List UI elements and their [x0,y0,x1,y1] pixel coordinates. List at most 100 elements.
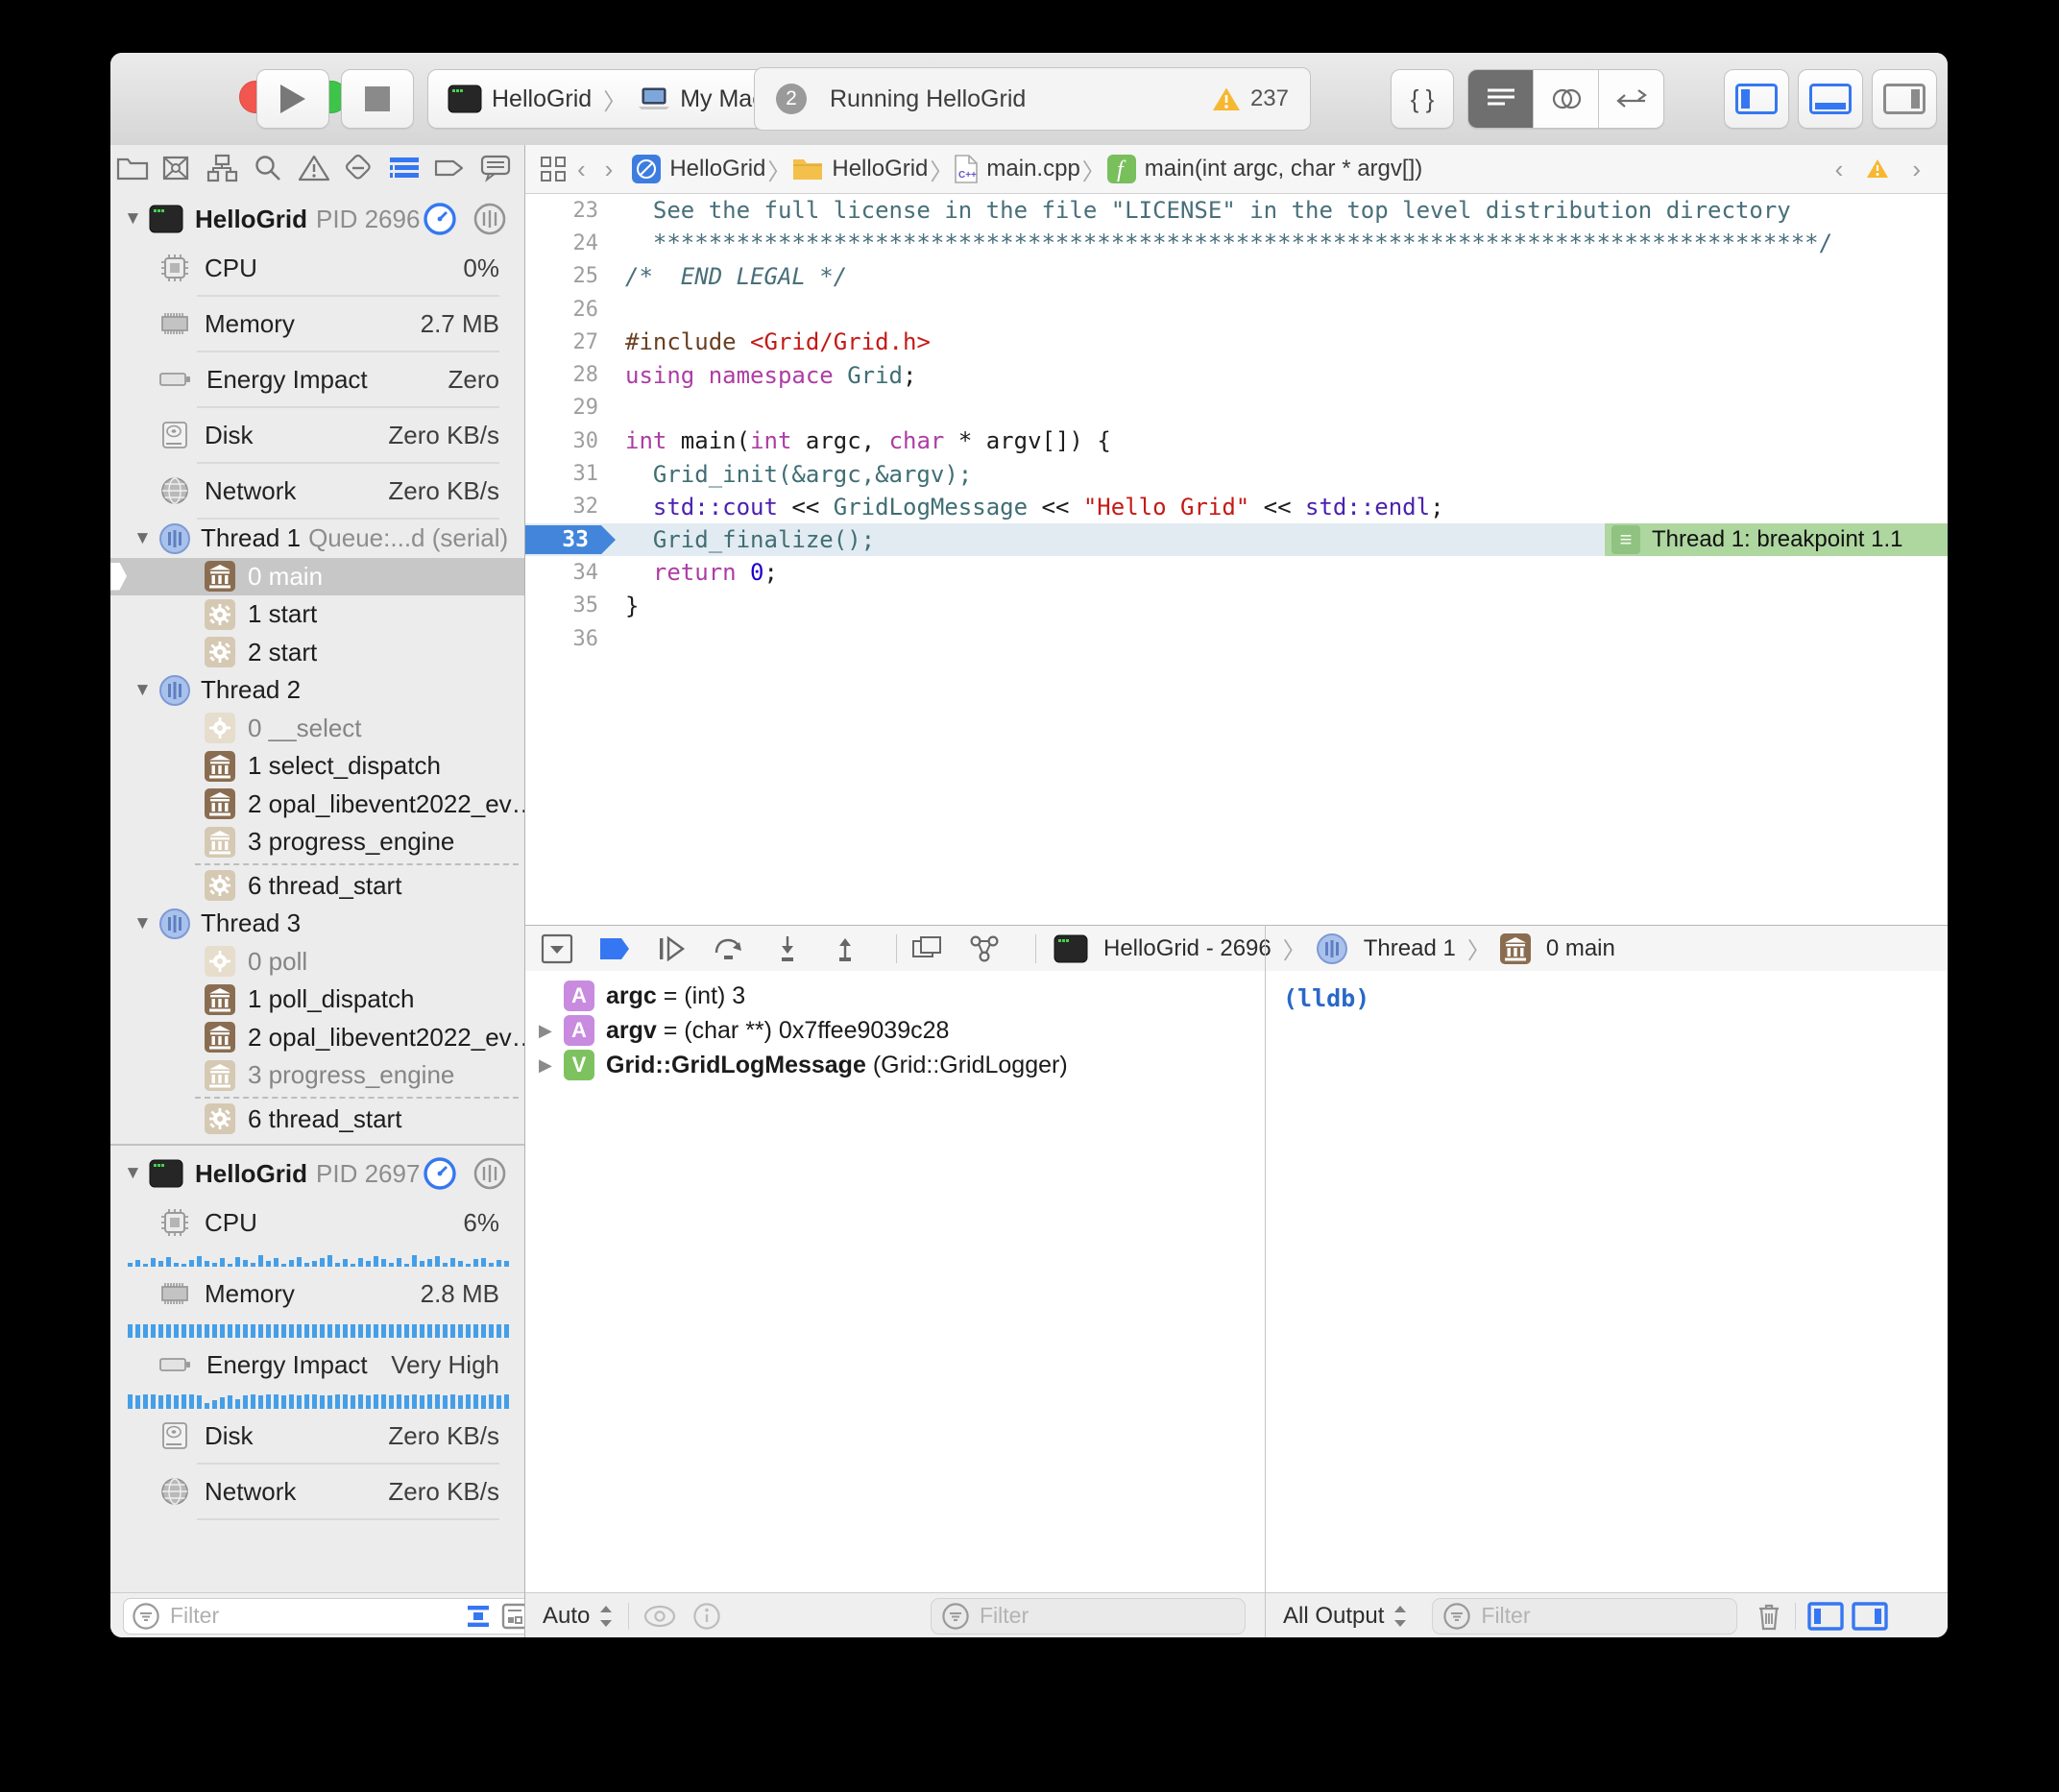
variables-view[interactable]: Aargc = (int) 3▶Aargv = (char **) 0x7ffe… [525,971,1265,1592]
step-out-button[interactable] [827,931,863,967]
code-line-25[interactable]: 25/* END LEGAL */ [525,260,1948,293]
activity-view[interactable]: 2 Running HelloGrid 237 [754,67,1311,131]
gauge-row-energy-impact[interactable]: Energy ImpactZero [110,352,524,406]
run-button[interactable] [256,69,329,129]
stack-frame-row[interactable]: 0 poll [110,943,524,981]
back-button[interactable]: ‹ [568,155,595,184]
stack-frame-row[interactable]: 2 opal_libevent2022_ev… [110,1019,524,1057]
code-line-28[interactable]: 28using namespace Grid; [525,358,1948,391]
debug-crumb-label[interactable]: HelloGrid - 2696 [1103,935,1272,962]
code-line-29[interactable]: 29 [525,392,1948,424]
disclosure-caret-icon[interactable]: ▶ [539,1021,564,1041]
code-line-34[interactable]: 34 return 0; [525,556,1948,589]
line-number[interactable]: 23 [525,199,598,223]
stack-frame-row[interactable]: 6 thread_start [110,867,524,906]
thread-row[interactable]: ▼Thread 1Queue:...d (serial) [110,520,524,558]
navigator-tab-project[interactable] [116,154,149,182]
threads-view-button[interactable] [472,1156,507,1191]
debug-split-divider[interactable] [1265,925,1266,1637]
toggle-console-pane-button[interactable] [1852,1602,1888,1631]
hide-debug-area-button[interactable] [539,931,575,967]
line-number[interactable]: 29 [525,396,598,420]
navigator-tab-issues[interactable] [298,154,330,182]
stack-frame-row[interactable]: 1 select_dispatch [110,747,524,786]
gauge-row-disk[interactable]: DiskZero KB/s [110,1409,524,1463]
navigator-tab-debug-active[interactable] [388,154,421,182]
disclosure-caret-icon[interactable]: ▶ [539,1055,564,1076]
jumpbar-crumb[interactable]: fmain(int argc, char * argv[]) [1107,155,1422,183]
navigator-tab-reports[interactable] [479,154,512,182]
code-line-33[interactable]: 33 Grid_finalize();≡Thread 1: breakpoint… [525,523,1948,556]
stack-frame-row[interactable]: 3 progress_engine [110,823,524,861]
thread-row[interactable]: ▼Thread 2 [110,671,524,710]
debug-crumb-label[interactable]: 0 main [1546,935,1615,962]
code-line-27[interactable]: 27#include <Grid/Grid.h> [525,326,1948,358]
code-line-32[interactable]: 32 std::cout << GridLogMessage << "Hello… [525,491,1948,523]
assistant-editor-button[interactable] [1534,70,1599,128]
related-items-icon[interactable] [539,155,568,183]
gauge-row-energy-impact[interactable]: Energy ImpactVery High [110,1338,524,1392]
quicklook-eye-icon[interactable] [642,1604,677,1629]
jumpbar-crumb[interactable]: HelloGrid [632,155,765,183]
jumpbar-crumb[interactable]: HelloGrid [792,156,928,182]
line-number[interactable]: 34 [525,561,598,585]
gauges-view-button[interactable] [423,1156,457,1191]
version-editor-button[interactable] [1599,70,1663,128]
breakpoints-toggle-button[interactable] [596,931,633,967]
gauge-row-memory[interactable]: Memory2.8 MB [110,1267,524,1320]
console-filter-field[interactable] [1432,1598,1737,1635]
navigator-filter-field[interactable] [123,1598,574,1635]
code-line-35[interactable]: 35} [525,590,1948,622]
variables-filter-input[interactable] [978,1602,1235,1630]
navigator-filter-input[interactable] [168,1602,456,1630]
debug-crumb-label[interactable]: Thread 1 [1364,935,1456,962]
prev-issue-button[interactable]: ‹ [1826,155,1853,184]
console-scope-popup[interactable]: All Output [1283,1603,1409,1630]
gauge-row-cpu[interactable]: CPU6% [110,1196,524,1249]
info-icon[interactable] [692,1602,721,1631]
line-number[interactable]: 31 [525,462,598,486]
line-number[interactable]: 30 [525,429,598,453]
line-number[interactable]: 35 [525,593,598,618]
code-line-31[interactable]: 31 Grid_init(&argc,&argv); [525,457,1948,490]
continue-button[interactable] [654,931,690,967]
code-line-30[interactable]: 30int main(int argc, char * argv[]) { [525,424,1948,457]
disclosure-triangle-icon[interactable]: ▼ [133,528,158,549]
thread-row[interactable]: ▼Thread 3 [110,905,524,943]
gauge-row-disk[interactable]: DiskZero KB/s [110,408,524,462]
code-line-23[interactable]: 23 See the full license in the file "LIC… [525,194,1948,227]
stack-frame-row[interactable]: 0 __select [110,710,524,748]
navigator-tab-source-control[interactable] [161,154,192,182]
stack-frame-row[interactable]: 1 start [110,595,524,634]
disclosure-triangle-icon[interactable]: ▼ [124,1163,149,1184]
jumpbar-crumb[interactable]: C++main.cpp [955,155,1079,183]
next-issue-button[interactable]: › [1902,155,1930,184]
task-count-badge[interactable]: 2 [776,84,807,114]
variables-scope-popup[interactable]: Auto [543,1603,615,1630]
variable-row[interactable]: Aargc = (int) 3 [525,979,1265,1013]
code-snippets-button[interactable]: { } [1391,69,1454,129]
process-row[interactable]: ▼HelloGridPID 2697 [110,1151,524,1196]
source-editor[interactable]: 23 See the full license in the file "LIC… [525,194,1948,925]
line-number[interactable]: 25 [525,264,598,288]
line-number[interactable]: 36 [525,627,598,651]
stack-frame-row[interactable]: 3 progress_engine [110,1056,524,1095]
memory-graph-button[interactable] [966,931,1003,967]
variables-filter-field[interactable] [931,1598,1246,1635]
debug-view-hierarchy-button[interactable] [908,931,945,967]
clear-console-button[interactable] [1755,1601,1783,1632]
standard-editor-button[interactable] [1468,70,1534,128]
issue-warning-icon[interactable] [1866,158,1889,180]
stack-frame-row[interactable]: 2 opal_libevent2022_ev… [110,786,524,824]
console-filter-input[interactable] [1479,1602,1727,1630]
navigator-tab-tests[interactable] [343,154,374,182]
breakpoint-arrow-badge[interactable]: 33 [525,525,616,554]
gauge-row-network[interactable]: NetworkZero KB/s [110,1465,524,1518]
toggle-navigator-button[interactable] [1724,69,1789,129]
navigator-tab-breakpoints[interactable] [433,154,466,182]
disclosure-triangle-icon[interactable]: ▼ [133,913,158,934]
disclosure-triangle-icon[interactable]: ▼ [124,208,149,230]
gauge-row-memory[interactable]: Memory2.7 MB [110,297,524,351]
line-number[interactable]: 26 [525,298,598,322]
line-number[interactable]: 28 [525,363,598,387]
